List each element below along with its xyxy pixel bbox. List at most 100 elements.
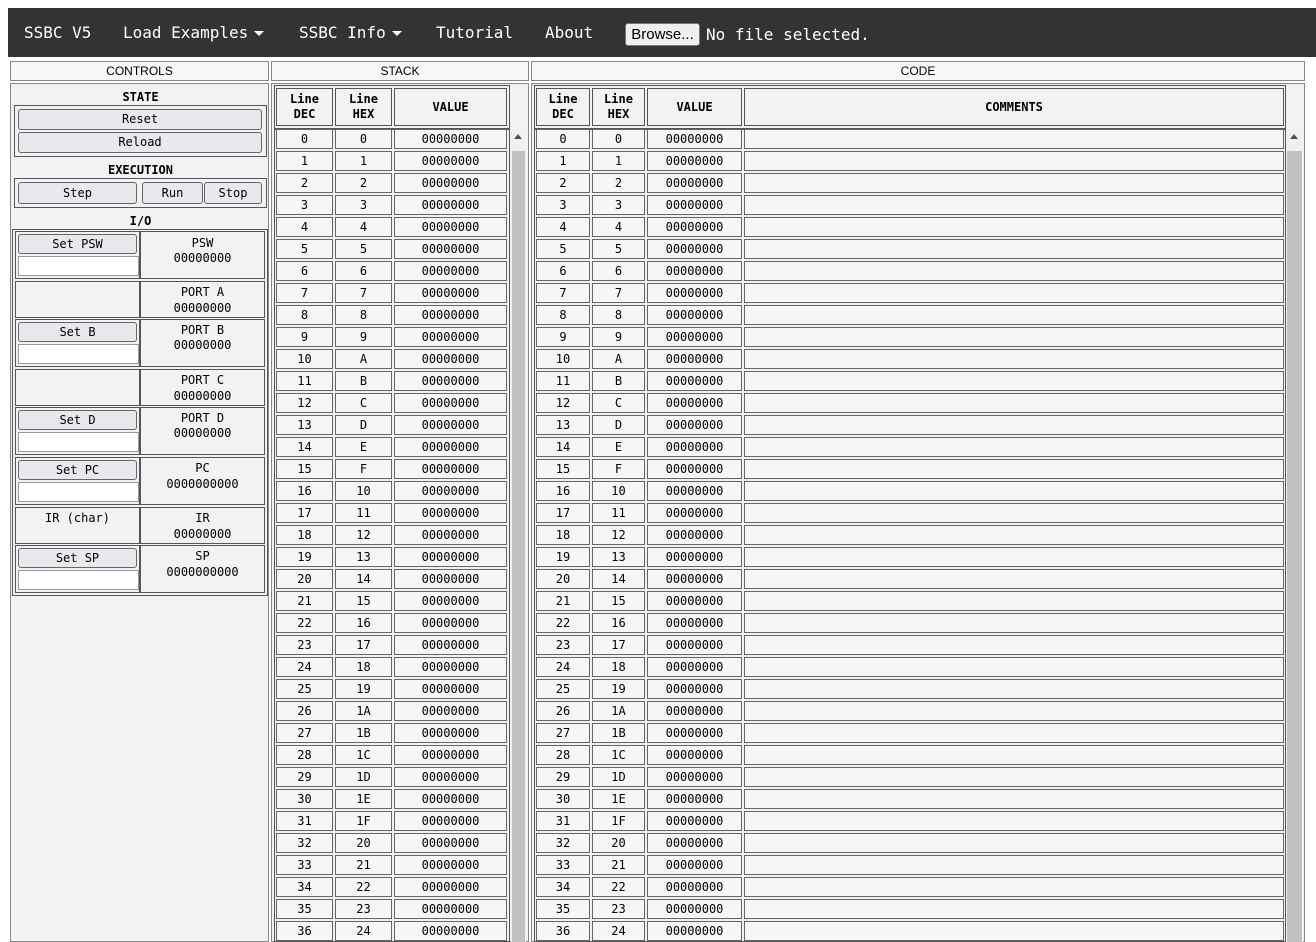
stack-value[interactable]: 00000000	[394, 591, 507, 611]
code-comment[interactable]	[744, 503, 1284, 523]
code-comment[interactable]	[744, 261, 1284, 281]
code-value[interactable]: 00000000	[647, 745, 742, 765]
code-comment[interactable]	[744, 569, 1284, 589]
stack-value[interactable]: 00000000	[394, 811, 507, 831]
stack-value[interactable]: 00000000	[394, 217, 507, 237]
code-value[interactable]: 00000000	[647, 613, 742, 633]
set-pc-button[interactable]: Set PC	[18, 460, 137, 480]
code-value[interactable]: 00000000	[647, 371, 742, 391]
code-comment[interactable]	[744, 723, 1284, 743]
port-d-input[interactable]	[18, 432, 139, 452]
reload-button[interactable]: Reload	[18, 132, 262, 153]
stack-value[interactable]: 00000000	[394, 327, 507, 347]
code-value[interactable]: 00000000	[647, 811, 742, 831]
code-comment[interactable]	[744, 305, 1284, 325]
code-value[interactable]: 00000000	[647, 657, 742, 677]
code-value[interactable]: 00000000	[647, 195, 742, 215]
stack-value[interactable]: 00000000	[394, 525, 507, 545]
stack-value[interactable]: 00000000	[394, 679, 507, 699]
code-comment[interactable]	[744, 437, 1284, 457]
code-value[interactable]: 00000000	[647, 547, 742, 567]
code-comment[interactable]	[744, 679, 1284, 699]
code-comment[interactable]	[744, 701, 1284, 721]
code-comment[interactable]	[744, 129, 1284, 149]
scroll-up-arrow-icon[interactable]	[514, 134, 522, 139]
code-comment[interactable]	[744, 547, 1284, 567]
code-value[interactable]: 00000000	[647, 239, 742, 259]
stack-value[interactable]: 00000000	[394, 657, 507, 677]
code-comment[interactable]	[744, 349, 1284, 369]
code-value[interactable]: 00000000	[647, 327, 742, 347]
code-value[interactable]: 00000000	[647, 437, 742, 457]
app-title[interactable]: SSBC V5	[24, 23, 91, 43]
stack-value[interactable]: 00000000	[394, 503, 507, 523]
code-comment[interactable]	[744, 459, 1284, 479]
stack-value[interactable]: 00000000	[394, 393, 507, 413]
code-value[interactable]: 00000000	[647, 921, 742, 941]
stack-value[interactable]: 00000000	[394, 701, 507, 721]
code-value[interactable]: 00000000	[647, 701, 742, 721]
code-comment[interactable]	[744, 415, 1284, 435]
code-value[interactable]: 00000000	[647, 899, 742, 919]
code-comment[interactable]	[744, 613, 1284, 633]
set-sp-button[interactable]: Set SP	[18, 548, 137, 568]
stack-value[interactable]: 00000000	[394, 437, 507, 457]
stack-value[interactable]: 00000000	[394, 613, 507, 633]
stack-value[interactable]: 00000000	[394, 239, 507, 259]
stack-value[interactable]: 00000000	[394, 415, 507, 435]
code-scroll-thumb[interactable]	[1287, 151, 1302, 942]
code-value[interactable]: 00000000	[647, 591, 742, 611]
stack-value[interactable]: 00000000	[394, 261, 507, 281]
code-value[interactable]: 00000000	[647, 283, 742, 303]
reset-button[interactable]: Reset	[18, 109, 262, 130]
code-comment[interactable]	[744, 811, 1284, 831]
load-examples-menu[interactable]: Load Examples	[123, 23, 265, 43]
code-value[interactable]: 00000000	[647, 415, 742, 435]
stack-scroll-thumb[interactable]	[512, 151, 525, 942]
step-button[interactable]: Step	[18, 182, 137, 204]
code-value[interactable]: 00000000	[647, 679, 742, 699]
code-value[interactable]: 00000000	[647, 261, 742, 281]
code-value[interactable]: 00000000	[647, 877, 742, 897]
code-value[interactable]: 00000000	[647, 349, 742, 369]
set-psw-button[interactable]: Set PSW	[18, 234, 137, 254]
code-comment[interactable]	[744, 833, 1284, 853]
code-comment[interactable]	[744, 195, 1284, 215]
stack-value[interactable]: 00000000	[394, 305, 507, 325]
code-comment[interactable]	[744, 745, 1284, 765]
stack-value[interactable]: 00000000	[394, 745, 507, 765]
stack-value[interactable]: 00000000	[394, 767, 507, 787]
code-value[interactable]: 00000000	[647, 833, 742, 853]
code-comment[interactable]	[744, 789, 1284, 809]
code-value[interactable]: 00000000	[647, 767, 742, 787]
stack-value[interactable]: 00000000	[394, 173, 507, 193]
stack-value[interactable]: 00000000	[394, 481, 507, 501]
ssbc-info-menu[interactable]: SSBC Info	[299, 23, 402, 43]
code-comment[interactable]	[744, 877, 1284, 897]
code-value[interactable]: 00000000	[647, 305, 742, 325]
sp-input[interactable]	[18, 570, 139, 590]
set-d-button[interactable]: Set D	[18, 410, 137, 430]
code-comment[interactable]	[744, 525, 1284, 545]
code-comment[interactable]	[744, 921, 1284, 941]
run-button[interactable]: Run	[142, 182, 203, 204]
code-comment[interactable]	[744, 393, 1284, 413]
code-value[interactable]: 00000000	[647, 481, 742, 501]
code-comment[interactable]	[744, 481, 1284, 501]
code-comment[interactable]	[744, 591, 1284, 611]
code-value[interactable]: 00000000	[647, 173, 742, 193]
stack-value[interactable]: 00000000	[394, 371, 507, 391]
stack-value[interactable]: 00000000	[394, 789, 507, 809]
code-value[interactable]: 00000000	[647, 855, 742, 875]
stack-value[interactable]: 00000000	[394, 129, 507, 149]
code-comment[interactable]	[744, 899, 1284, 919]
code-comment[interactable]	[744, 327, 1284, 347]
code-value[interactable]: 00000000	[647, 569, 742, 589]
code-value[interactable]: 00000000	[647, 459, 742, 479]
stack-value[interactable]: 00000000	[394, 459, 507, 479]
code-comment[interactable]	[744, 283, 1284, 303]
code-value[interactable]: 00000000	[647, 525, 742, 545]
code-value[interactable]: 00000000	[647, 723, 742, 743]
stack-value[interactable]: 00000000	[394, 195, 507, 215]
about-link[interactable]: About	[545, 23, 593, 43]
